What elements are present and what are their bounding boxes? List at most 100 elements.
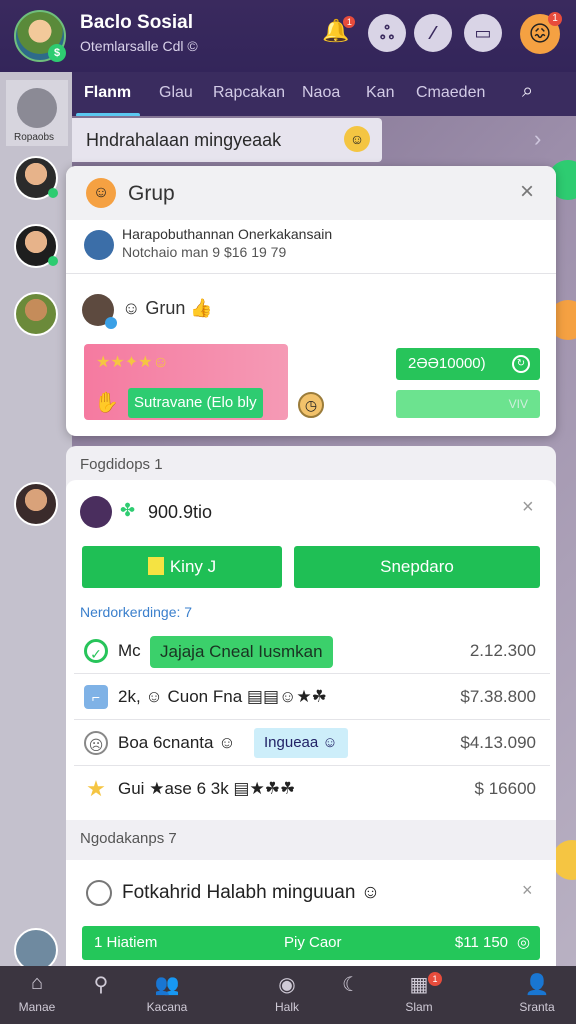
row-value: 2.12.300 [469,641,536,660]
group-emoji-icon: ☺ [86,178,116,208]
list-item[interactable]: ★ Gui ★ase 6 3k ▤★☘☘ $ 16600 [74,766,550,812]
group-sub-avatar [84,230,114,260]
rail-avatar-2[interactable] [14,224,58,268]
bottom-left-label: 1 Hiatiem [94,934,158,951]
green-action-bar[interactable]: VIV [396,390,540,418]
nav-slam[interactable]: ▦ Slam 1 [378,972,460,1014]
left-rail: Ropaobs [0,72,72,972]
link-icon: ⌐ [84,685,108,709]
message-icon[interactable]: ▭ [464,14,502,52]
search-strip-text: Hndrahalaan mingyeaak [86,130,282,150]
section3-row[interactable]: Fotkahrid Halabh minguuan ☺ × [66,862,556,922]
rail-avatar-3[interactable] [14,292,58,336]
rail-top-item[interactable]: Ropaobs [6,80,68,146]
tab-kan[interactable]: Kan [366,84,394,102]
detail-avatar[interactable] [80,496,112,528]
kiny-button[interactable]: Kiny J [82,546,282,588]
clover-icon: ✤ [120,500,136,520]
price-button[interactable]: 2ƏƏ10000) ↻ [396,348,540,380]
coin-icon: ◎ [516,934,530,951]
nav-sranta[interactable]: 👤 Sranta [496,972,576,1014]
rail-user-icon [17,88,57,128]
list-item[interactable]: ☹ Boa 6cnanta ☺ Ingueaa ☺ $4.13.090 [74,720,550,766]
card-icon [147,557,164,575]
section-fogdidops: Fogdidops 1 ✤ 900.9tio × Kiny J Snepdaro… [66,446,556,966]
app-subtitle: Otemlarsalle Cdl © [80,38,198,54]
tab-flanm[interactable]: Flanm [84,84,131,102]
row-chip: Ingueaa ☺ [254,728,348,758]
nav-kacana[interactable]: 👥 Kacana [126,972,208,1014]
row-prefix: Gui ★ase 6 3k ▤★☘☘ [118,779,296,798]
tab-glau[interactable]: Glau [159,84,193,102]
emoji-icon: ☺ [344,126,370,152]
group-sub-line1: Harapobuthannan Onerkakansain [122,226,333,242]
group-card: ☺ Grup × Harapobuthannan Onerkakansain N… [66,166,556,436]
stars-icon: ★★✦★☺ [96,354,169,371]
face-icon: ☹ [84,731,108,755]
star-icon: ★ [86,776,106,801]
bottom-right-label: $11 150 [454,934,508,951]
tab-rapcakan[interactable]: Rapcakan [213,84,285,102]
grun-label: ☺ Grun 👍 [122,298,213,318]
row-prefix: 2k, ☺ Cuon Fna ▤▤☺★☘ [118,687,327,706]
pen-icon[interactable]: ⁄ [414,14,452,52]
bell-icon[interactable]: 🔔 1 [322,16,356,44]
close-icon[interactable]: × [522,880,533,901]
section-divider: Ngodakanps 7 [66,820,556,860]
bottom-mid-label: Piy Caor [284,934,342,951]
promo-label: Sutravane (Elo bly [128,388,263,418]
gift-icon: ▦ [409,974,429,996]
refresh-icon: ↻ [512,355,530,373]
notification-badge: 1 [343,16,356,28]
section-title: Fogdidops 1 [80,456,163,473]
bottom-action-bar[interactable]: 1 Hiatiem Piy Caor $11 150 ◎ [82,926,540,960]
emoji-badge: 1 [548,12,562,26]
close-icon[interactable]: × [520,178,534,206]
profile-icon: 👤 [524,974,550,996]
app-title: Baclo Sosial [80,12,193,33]
row-prefix: Mc [118,641,141,660]
people-icon[interactable]: ஃ [368,14,406,52]
check-icon: ✓ [84,639,108,663]
group-title: Grup [128,182,175,205]
group-card-header: ☺ Grup × [66,166,556,220]
row-chip: Jajaja Cneal Iusmkan [150,636,333,668]
people-icon: 👥 [154,974,180,996]
tab-naoa[interactable]: Naoa [302,84,340,102]
clock-icon: ◷ [298,392,324,418]
snepdaro-button[interactable]: Snepdaro [294,546,540,588]
row-prefix: Boa 6cnanta ☺ [118,733,236,752]
grun-avatar[interactable] [82,294,117,329]
row-value: $4.13.090 [460,733,536,752]
search-strip[interactable]: Hndrahalaan mingyeaak ☺ [72,118,382,162]
profile-avatar[interactable]: $ [14,10,66,62]
item-list: ✓ Mc Jajaja Cneal Iusmkan 2.12.300 ⌐ 2k,… [74,628,550,812]
chevron-right-icon[interactable]: › [534,126,541,152]
row-value: $7.38.800 [460,687,536,706]
nav-badge: 1 [428,972,442,986]
rail-top-label: Ropaobs [14,132,55,143]
list-title: Nerdorkerdinge: 7 [80,604,193,620]
group-sub-line2: Notchaio man 9 $16 19 79 [122,244,287,260]
detail-amount: 900.9tio [148,502,213,522]
row-value: $ 16600 [474,779,536,798]
search-icon[interactable]: ⌕ [522,80,548,106]
avatar-status-badge: $ [48,44,66,62]
rail-avatar-1[interactable] [14,156,58,200]
emoji-face-icon[interactable]: 😖 1 [520,12,562,54]
list-item[interactable]: ✓ Mc Jajaja Cneal Iusmkan 2.12.300 [74,628,550,674]
promo-banner[interactable]: ★★✦★☺ ✋ Sutravane (Elo bly [84,344,288,420]
tab-cmaeden[interactable]: Cmaeden [416,84,485,102]
tab-bar: Flanm Glau Rapcakan Naoa Kan Cmaeden [72,72,576,116]
app-header: $ Baclo Sosial Otemlarsalle Cdl © 🔔 1 ஃ ⁄… [0,0,576,72]
list-item[interactable]: ⌐ 2k, ☺ Cuon Fna ▤▤☺★☘ $7.38.800 [74,674,550,720]
close-icon[interactable]: × [522,496,534,519]
detail-card: ✤ 900.9tio × Kiny J Snepdaro Nerdorkerdi… [66,480,556,966]
group-sub-row[interactable]: Harapobuthannan Onerkakansain Notchaio m… [66,222,556,274]
bottom-nav: ⌂ Manae ⚲ 👥 Kacana ◉ Halk ☾ ▦ Slam 1 👤 S… [0,966,576,1024]
circle-icon [86,880,112,906]
section3-row-text: Fotkahrid Halabh minguuan ☺ [122,882,381,903]
hand-icon: ✋ [94,392,119,414]
section3-title: Ngodakanps 7 [80,830,177,847]
rail-avatar-4[interactable] [14,482,58,526]
